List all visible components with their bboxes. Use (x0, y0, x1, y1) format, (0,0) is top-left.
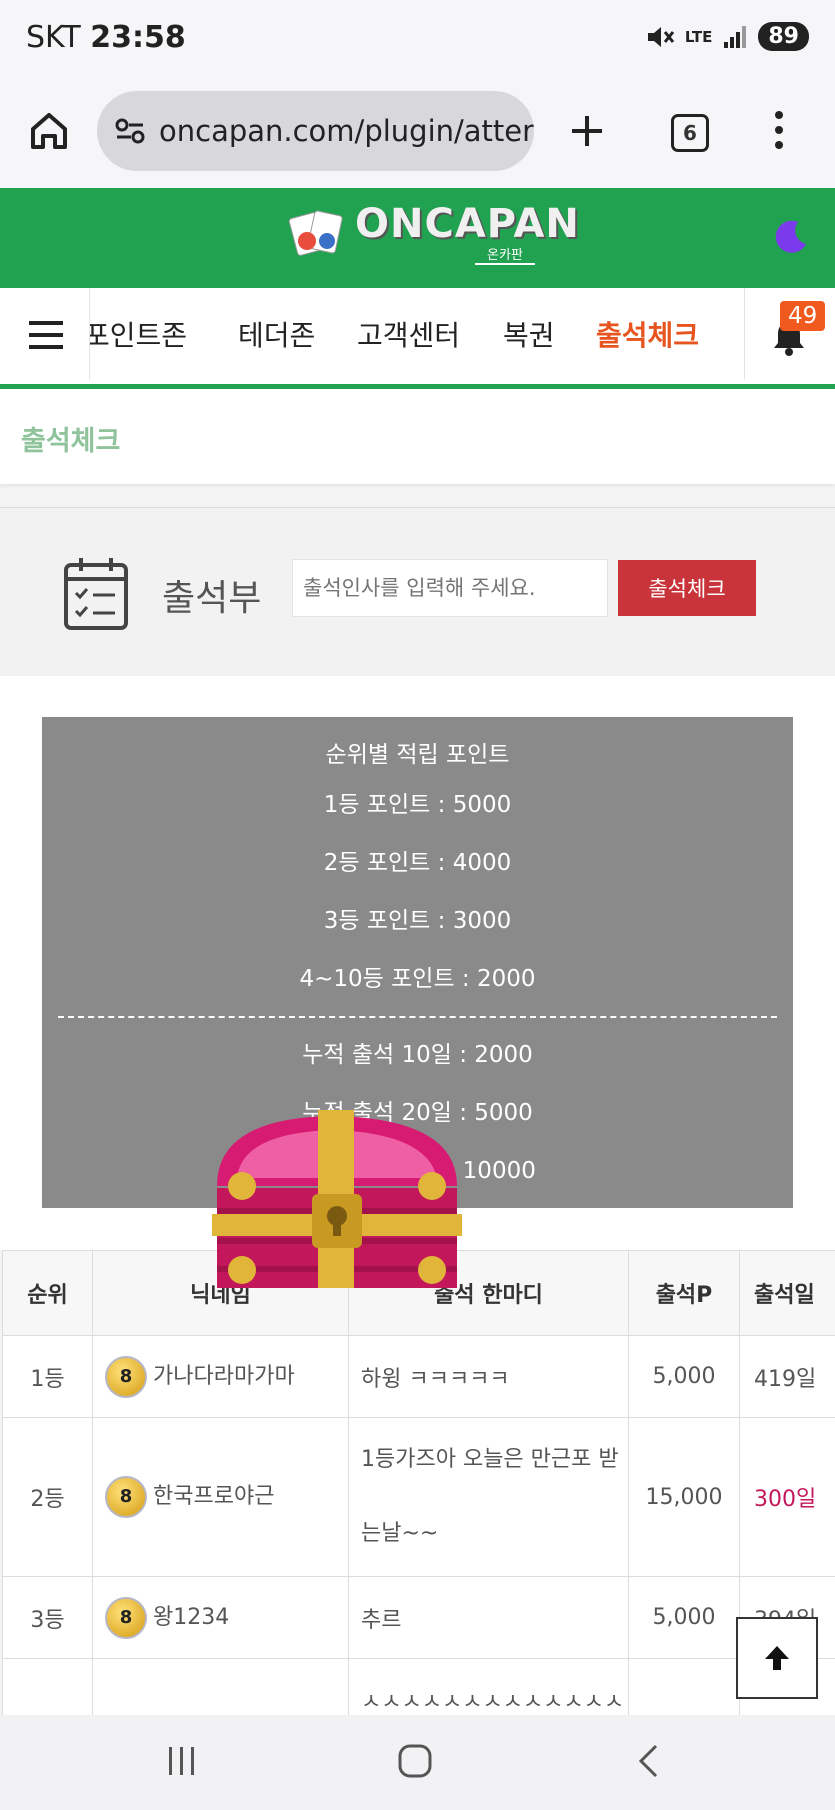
header-days: 출석일 (739, 1250, 835, 1336)
attendance-form: 출석부 출석체크 (0, 507, 835, 677)
table-row: 2등 8 한국프로야근 1등가즈아 오늘은 만근포 받는날~~ 15,000 30… (2, 1417, 835, 1577)
days-cell: 300일 (739, 1417, 835, 1577)
nav-item-customer-center[interactable]: 고객센터 (357, 314, 460, 354)
notification-count-badge: 49 (780, 301, 826, 331)
rank-points-line: 4~10등 포인트 : 2000 (299, 966, 536, 992)
table-row: 3등 8왕1234 추르 5,000 394일 (2, 1576, 835, 1659)
comment-cell: 하윙 ㅋㅋㅋㅋㅋ (348, 1335, 629, 1418)
rank-points-line: 1등 포인트 : 5000 (323, 792, 512, 818)
nickname-text: 가나다라마가마 (153, 1363, 295, 1389)
rank-points-line: 2등 포인트 : 4000 (323, 850, 512, 876)
table-row: 1등 8 가나다라마가마 하윙 ㅋㅋㅋㅋㅋ 5,000 419일 (2, 1335, 835, 1418)
arrow-up-icon (765, 1646, 789, 1670)
points-cell: 5,000 (628, 1576, 740, 1659)
comment-cell: 추르 (348, 1576, 629, 1659)
nav-scroll: 포인트존 테더존 고객센터 복권 출석체크 (90, 288, 742, 380)
header-rank: 순위 (2, 1250, 93, 1336)
points-cell: 15,000 (628, 1417, 740, 1577)
panel-divider (58, 1016, 777, 1018)
rank-cell (2, 1658, 93, 1715)
dark-mode-moon-icon[interactable] (772, 218, 810, 256)
nickname-cell[interactable] (92, 1658, 349, 1715)
hamburger-menu-icon[interactable] (29, 320, 63, 350)
nickname-text: 왕1234 (153, 1604, 230, 1630)
nav-divider (744, 288, 745, 380)
system-navigation-bar (0, 1715, 835, 1810)
address-bar[interactable]: oncapan.com/plugin/attenc (97, 91, 534, 171)
rank-points-line: 3등 포인트 : 3000 (323, 908, 512, 934)
nickname-cell[interactable]: 8 한국프로야근 (92, 1417, 349, 1577)
comment-cell: ㅅㅅㅅㅅㅅㅅㅅㅅㅅㅅㅅㅅㅅ (348, 1658, 629, 1715)
cumulative-points-line: 누적 출석 10일 : 2000 (302, 1042, 533, 1068)
main-navigation: 포인트존 테더존 고객센터 복권 출석체크 (0, 288, 835, 389)
scroll-to-top-button[interactable] (736, 1617, 818, 1699)
table-row: ㅅㅅㅅㅅㅅㅅㅅㅅㅅㅅㅅㅅㅅ (2, 1658, 835, 1715)
calendar-checklist-icon (64, 558, 128, 630)
site-settings-icon[interactable] (115, 118, 145, 144)
level-medal-icon: 8 (105, 1355, 147, 1398)
header-points: 출석P (628, 1250, 740, 1336)
greeting-input[interactable] (292, 559, 608, 617)
new-tab-icon[interactable] (568, 112, 606, 150)
battery-indicator: 89 (758, 22, 809, 51)
days-cell: 419일 (739, 1335, 835, 1418)
rank-cell: 3등 (2, 1576, 93, 1659)
logo-text: ONCAPAN (355, 201, 580, 247)
nickname-text: 한국프로야근 (153, 1484, 275, 1509)
url-text: oncapan.com/plugin/attenc (159, 114, 534, 148)
browser-toolbar: oncapan.com/plugin/attenc 6 (0, 80, 835, 188)
attendance-check-button[interactable]: 출석체크 (618, 560, 756, 616)
status-icons: LTE 89 (645, 22, 809, 51)
carrier-label: SKT (26, 20, 81, 55)
status-bar: SKT 23:58 LTE 89 (0, 0, 835, 80)
treasure-chest-icon[interactable] (212, 1108, 462, 1290)
tab-switcher-button[interactable]: 6 (671, 114, 709, 152)
points-cell (628, 1658, 740, 1715)
signal-icon (724, 25, 747, 48)
back-icon[interactable] (636, 1743, 660, 1779)
level-medal-icon: 8 (105, 1596, 147, 1639)
page-title-bar: 출석체크 (0, 389, 835, 484)
nav-item-point-zone[interactable]: 포인트존 (90, 314, 187, 354)
points-heading: 순위별 적립 포인트 (325, 742, 510, 768)
nickname-cell[interactable]: 8 가나다라마가마 (92, 1335, 349, 1418)
nav-item-tether-zone[interactable]: 테더존 (238, 314, 315, 354)
site-header: ONCAPAN 온카판 (0, 188, 835, 288)
home-icon[interactable] (28, 110, 70, 152)
page-title: 출석체크 (21, 426, 121, 457)
nav-item-lottery[interactable]: 복권 (503, 314, 555, 354)
logo-subtext: 온카판 (475, 244, 535, 265)
nickname-cell[interactable]: 8 왕1234 (92, 1576, 349, 1659)
site-logo[interactable]: ONCAPAN 온카판 (285, 204, 580, 265)
home-button-icon[interactable] (397, 1743, 433, 1779)
level-medal-icon: 8 (105, 1476, 147, 1518)
rank-cell: 1등 (2, 1335, 93, 1418)
recent-apps-icon[interactable] (166, 1745, 198, 1777)
playing-cards-icon (288, 210, 343, 256)
attendance-label: 출석부 (162, 578, 262, 619)
rank-cell: 2등 (2, 1417, 93, 1577)
network-type: LTE (684, 27, 713, 46)
points-cell: 5,000 (628, 1335, 740, 1418)
status-carrier-time: SKT 23:58 (26, 20, 186, 55)
nav-item-attendance[interactable]: 출석체크 (596, 314, 699, 354)
more-menu-icon[interactable] (773, 110, 785, 150)
attendance-ranking-table: 순위 닉네임 출석 한마디 출석P 출석일 1등 8 가나다라마가마 하윙 ㅋㅋㅋ… (2, 1250, 835, 1715)
mute-icon (647, 26, 674, 47)
comment-cell: 1등가즈아 오늘은 만근포 받는날~~ (348, 1417, 629, 1577)
clock-time: 23:58 (90, 20, 186, 55)
